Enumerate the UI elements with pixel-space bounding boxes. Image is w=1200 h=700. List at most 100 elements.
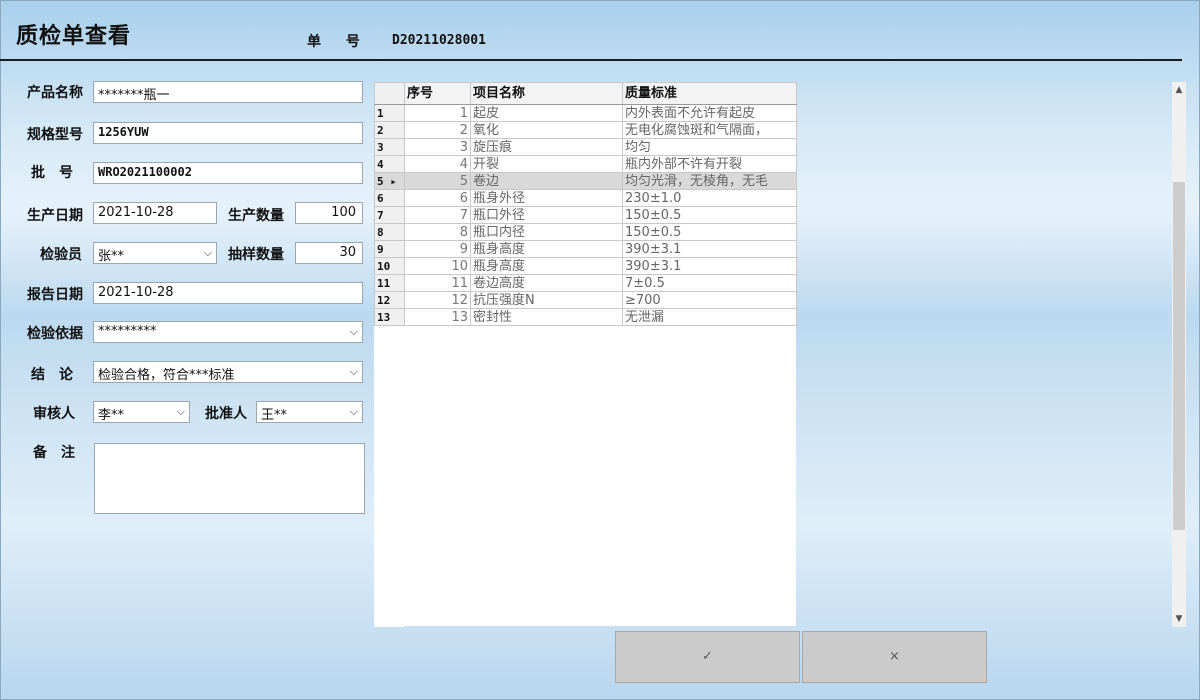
scroll-thumb[interactable] — [1173, 182, 1185, 530]
remark-textarea[interactable] — [94, 443, 365, 514]
cell-quality-standard[interactable]: 无泄漏 — [622, 308, 797, 326]
batch-no-field[interactable]: WRO2021100002 — [93, 162, 363, 184]
header-divider — [0, 59, 1182, 61]
cell-no[interactable]: 10 — [404, 257, 471, 275]
vertical-scrollbar[interactable]: ▲ ▼ — [1172, 82, 1186, 627]
cell-quality-standard[interactable]: 无电化腐蚀斑和气隔面， — [622, 121, 797, 139]
row-header-cell[interactable]: 1 — [374, 104, 405, 122]
row-header-cell[interactable]: 5 ▸ — [374, 172, 405, 190]
conclusion-value: 检验合格，符合***标准 — [98, 368, 235, 383]
product-name-label: 产品名称 — [27, 85, 83, 101]
inspector-select[interactable]: 张** ⌵ — [93, 242, 217, 264]
cell-no[interactable]: 12 — [404, 291, 471, 309]
table-row[interactable]: 9 9 瓶身高度 390±3.1 — [374, 240, 797, 258]
row-header-cell[interactable]: 7 — [374, 206, 405, 224]
cell-no[interactable]: 7 — [404, 206, 471, 224]
basis-value: ********* — [98, 324, 157, 339]
table-row[interactable]: 2 2 氧化 无电化腐蚀斑和气隔面， — [374, 121, 797, 139]
cell-quality-standard[interactable]: 390±3.1 — [622, 240, 797, 258]
cell-quality-standard[interactable]: 230±1.0 — [622, 189, 797, 207]
confirm-button[interactable]: ✓ — [615, 631, 800, 683]
table-row[interactable]: 11 11 卷边高度 7±0.5 — [374, 274, 797, 292]
cell-item-name[interactable]: 瓶口外径 — [470, 206, 623, 224]
cell-quality-standard[interactable]: 390±3.1 — [622, 257, 797, 275]
row-header-cell[interactable]: 11 — [374, 274, 405, 292]
table-row[interactable]: 7 7 瓶口外径 150±0.5 — [374, 206, 797, 224]
table-row[interactable]: 4 4 开裂 瓶内外部不许有开裂 — [374, 155, 797, 173]
cell-no[interactable]: 1 — [404, 104, 471, 122]
product-name-field[interactable]: *******瓶一 — [93, 81, 363, 103]
row-header-cell[interactable]: 13 — [374, 308, 405, 326]
col-header-name[interactable]: 项目名称 — [470, 82, 623, 105]
table-row[interactable]: 6 6 瓶身外径 230±1.0 — [374, 189, 797, 207]
row-header-cell[interactable]: 4 — [374, 155, 405, 173]
chevron-down-icon: ⌵ — [349, 365, 358, 378]
cell-no[interactable]: 5 — [404, 172, 471, 190]
table-row[interactable]: 12 12 抗压强度N ≥700 — [374, 291, 797, 309]
production-qty-field[interactable]: 100 — [295, 202, 363, 224]
cell-item-name[interactable]: 抗压强度N — [470, 291, 623, 309]
row-header-cell[interactable]: 12 — [374, 291, 405, 309]
cell-item-name[interactable]: 开裂 — [470, 155, 623, 173]
table-row[interactable]: 8 8 瓶口内径 150±0.5 — [374, 223, 797, 241]
cell-no[interactable]: 4 — [404, 155, 471, 173]
row-header-cell[interactable]: 6 — [374, 189, 405, 207]
row-header-cell[interactable]: 9 — [374, 240, 405, 258]
cell-quality-standard[interactable]: 瓶内外部不许有开裂 — [622, 155, 797, 173]
spec-model-field[interactable]: 1256YUW — [93, 122, 363, 144]
cell-quality-standard[interactable]: 150±0.5 — [622, 206, 797, 224]
conclusion-label: 结 论 — [31, 367, 73, 383]
cell-item-name[interactable]: 密封性 — [470, 308, 623, 326]
row-header-cell[interactable]: 2 — [374, 121, 405, 139]
scroll-up-icon[interactable]: ▲ — [1172, 82, 1186, 98]
sample-qty-field[interactable]: 30 — [295, 242, 363, 264]
cell-item-name[interactable]: 瓶身外径 — [470, 189, 623, 207]
cell-no[interactable]: 3 — [404, 138, 471, 156]
table-row[interactable]: 3 3 旋压痕 均匀 — [374, 138, 797, 156]
table-row[interactable]: 13 13 密封性 无泄漏 — [374, 308, 797, 326]
cell-quality-standard[interactable]: 均匀光滑，无棱角，无毛 — [622, 172, 797, 190]
cell-item-name[interactable]: 卷边高度 — [470, 274, 623, 292]
cell-no[interactable]: 8 — [404, 223, 471, 241]
report-date-field[interactable]: 2021-10-28 — [93, 282, 363, 304]
cell-item-name[interactable]: 瓶口内径 — [470, 223, 623, 241]
cell-quality-standard[interactable]: 150±0.5 — [622, 223, 797, 241]
cell-item-name[interactable]: 瓶身高度 — [470, 240, 623, 258]
cell-item-name[interactable]: 旋压痕 — [470, 138, 623, 156]
cell-no[interactable]: 13 — [404, 308, 471, 326]
row-header-cell[interactable]: 10 — [374, 257, 405, 275]
chevron-down-icon: ⌵ — [349, 325, 358, 338]
cell-item-name[interactable]: 起皮 — [470, 104, 623, 122]
col-header-no[interactable]: 序号 — [404, 82, 471, 105]
col-header-standard[interactable]: 质量标准 — [622, 82, 797, 105]
reviewer-label: 审核人 — [33, 406, 75, 422]
table-row[interactable]: 10 10 瓶身高度 390±3.1 — [374, 257, 797, 275]
cell-no[interactable]: 6 — [404, 189, 471, 207]
inspection-items-grid[interactable]: 序号 项目名称 质量标准 1 1 起皮 内外表面不允许有起皮 2 2 氧化 无电化腐蚀斑和气隔… — [374, 82, 797, 626]
cell-quality-standard[interactable]: 均匀 — [622, 138, 797, 156]
table-row[interactable]: 5 ▸ 5 卷边 均匀光滑，无棱角，无毛 — [374, 172, 797, 190]
report-date-label: 报告日期 — [27, 287, 83, 303]
cancel-button[interactable]: × — [802, 631, 987, 683]
table-row[interactable]: 1 1 起皮 内外表面不允许有起皮 — [374, 104, 797, 122]
row-header-cell[interactable]: 8 — [374, 223, 405, 241]
cell-no[interactable]: 2 — [404, 121, 471, 139]
cell-no[interactable]: 9 — [404, 240, 471, 258]
cell-item-name[interactable]: 瓶身高度 — [470, 257, 623, 275]
cell-item-name[interactable]: 氧化 — [470, 121, 623, 139]
approver-select[interactable]: 王** ⌵ — [256, 401, 363, 423]
reviewer-select[interactable]: 李** ⌵ — [93, 401, 190, 423]
production-date-field[interactable]: 2021-10-28 — [93, 202, 217, 224]
row-header-cell[interactable]: 3 — [374, 138, 405, 156]
chevron-down-icon: ⌵ — [203, 246, 212, 259]
basis-select[interactable]: ********* ⌵ — [93, 321, 363, 343]
cell-quality-standard[interactable]: 7±0.5 — [622, 274, 797, 292]
cell-quality-standard[interactable]: 内外表面不允许有起皮 — [622, 104, 797, 122]
cell-quality-standard[interactable]: ≥700 — [622, 291, 797, 309]
cell-no[interactable]: 11 — [404, 274, 471, 292]
basis-label: 检验依据 — [27, 326, 83, 342]
conclusion-select[interactable]: 检验合格，符合***标准 ⌵ — [93, 361, 363, 383]
cell-item-name[interactable]: 卷边 — [470, 172, 623, 190]
scroll-down-icon[interactable]: ▼ — [1172, 611, 1186, 627]
corner-cell — [374, 82, 405, 105]
